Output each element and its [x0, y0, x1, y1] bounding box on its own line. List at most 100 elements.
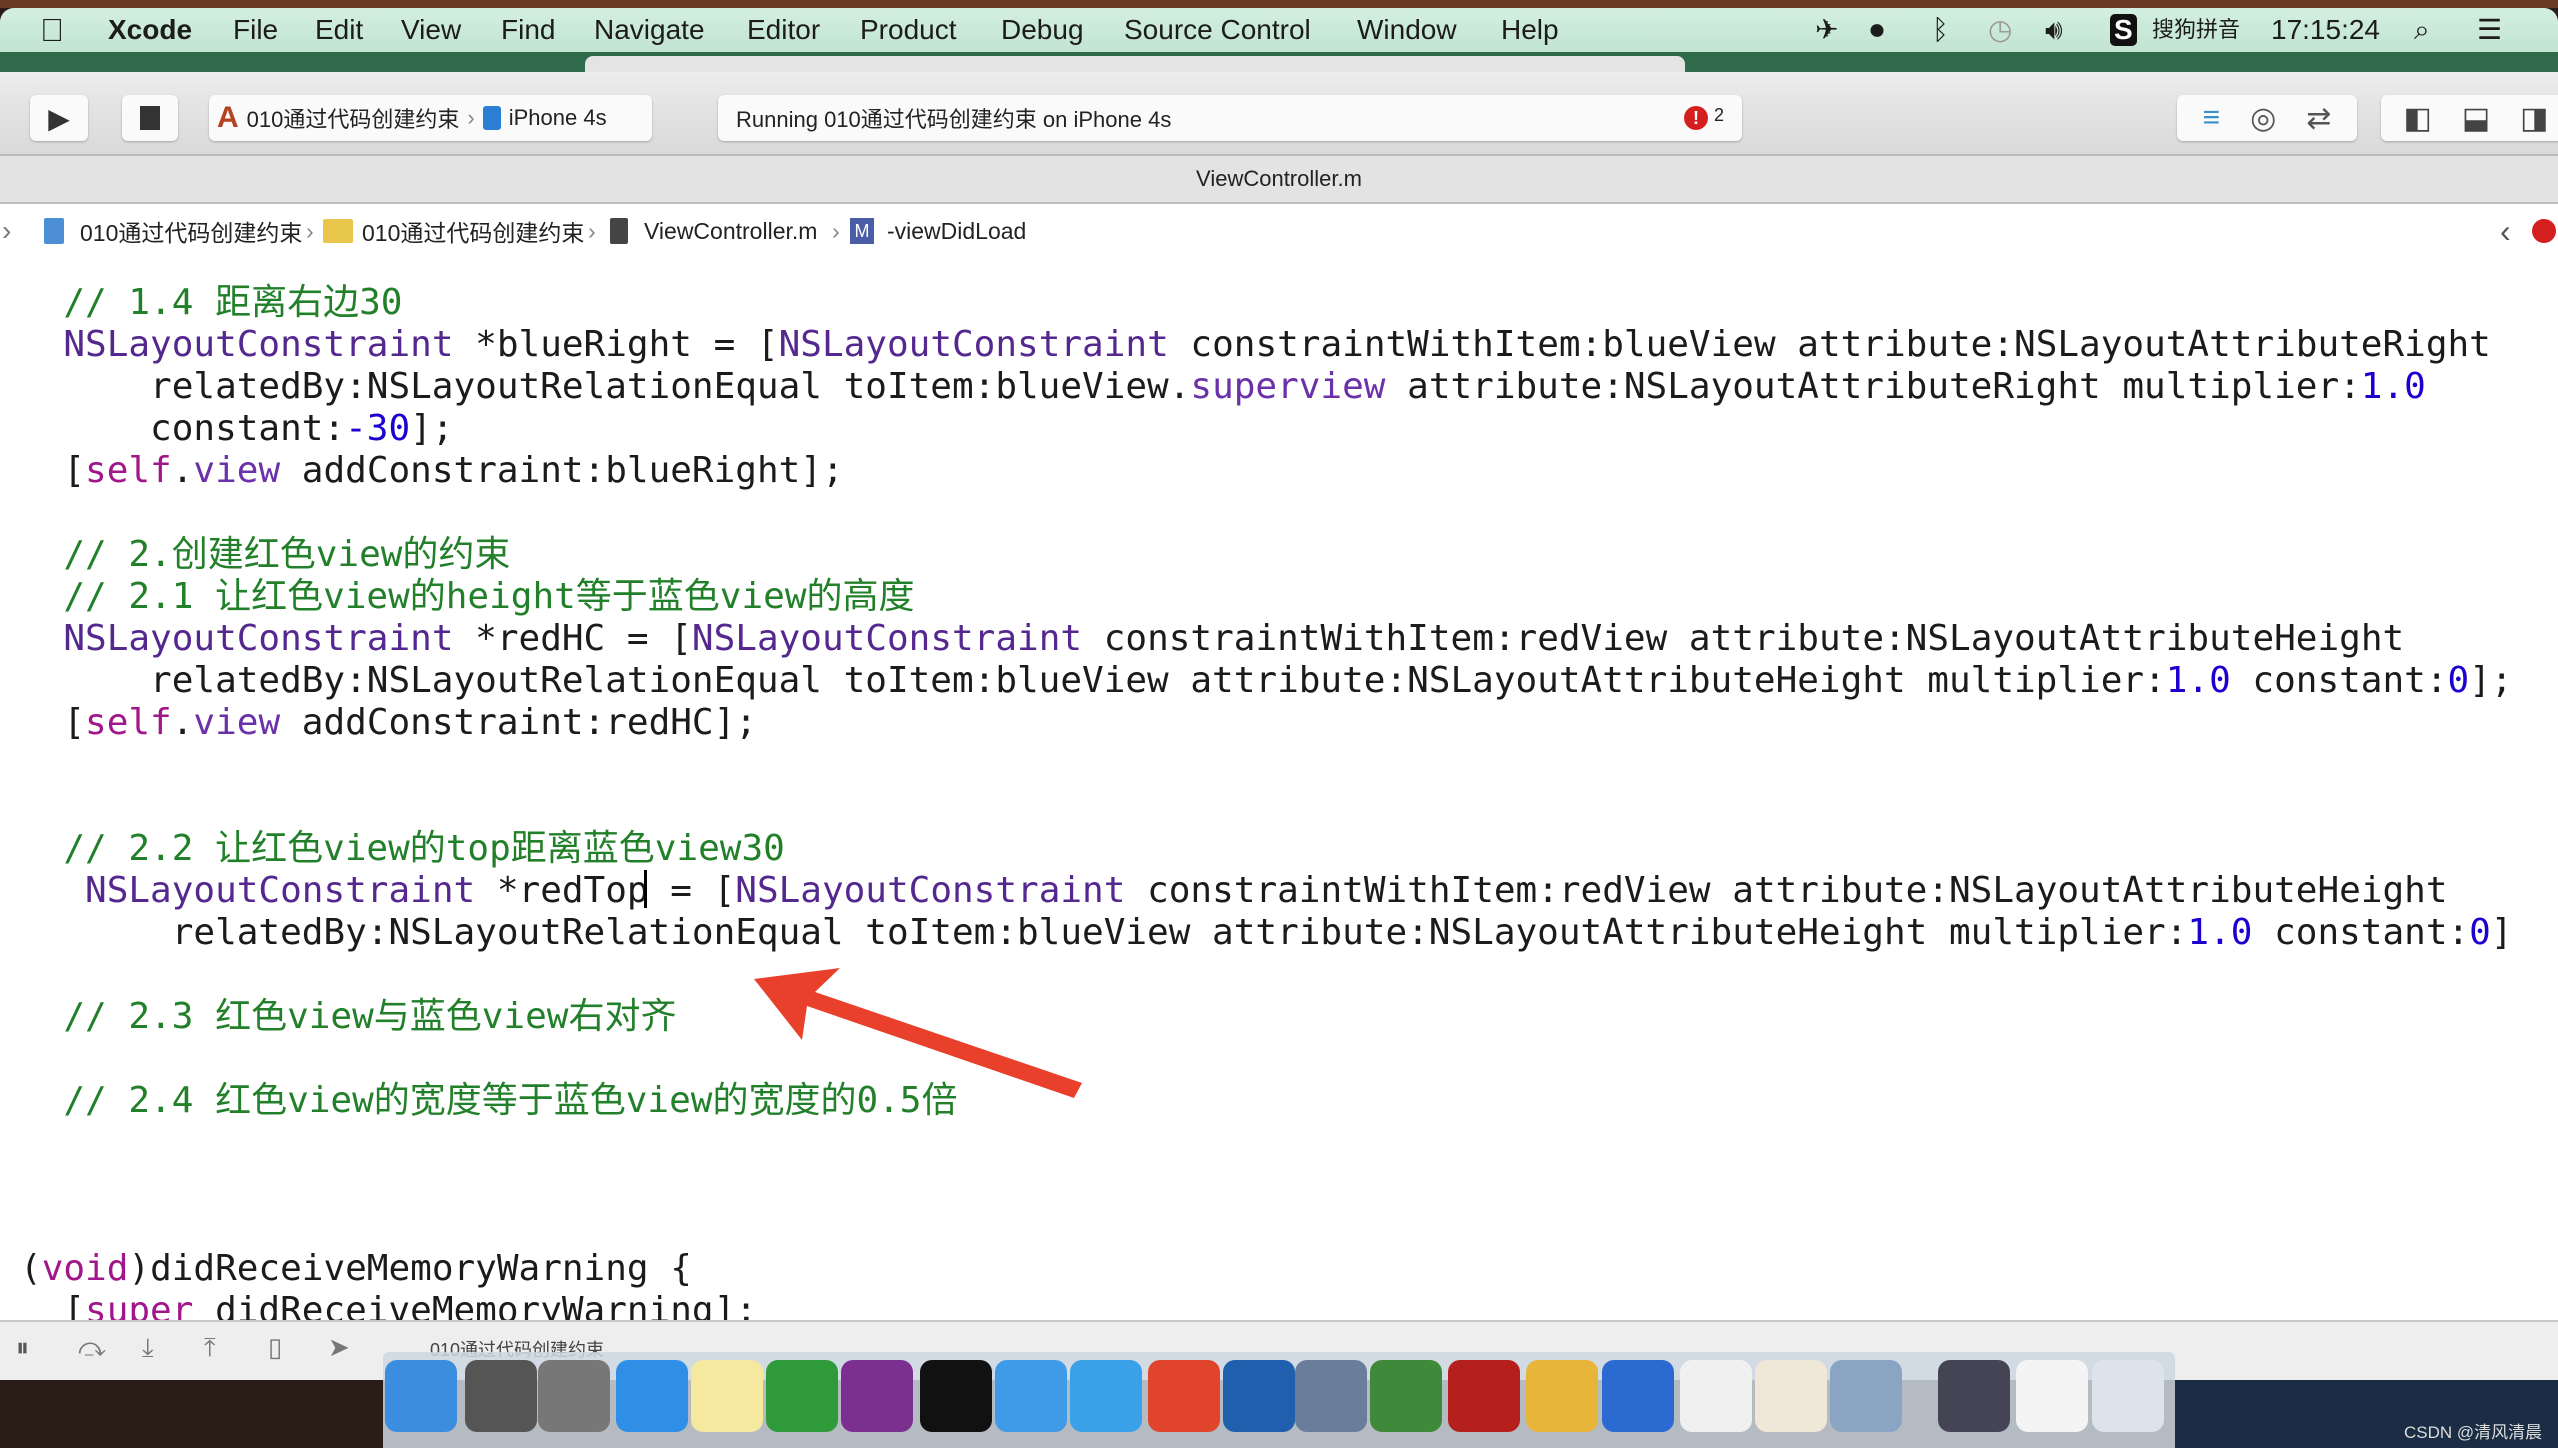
error-count[interactable]: 2: [1714, 105, 1724, 126]
system-preferences-icon[interactable]: [464, 1360, 537, 1432]
step-into-icon[interactable]: ⤓: [142, 1332, 154, 1364]
sketch-icon[interactable]: [1526, 1360, 1599, 1432]
code-line[interactable]: [self.view addConstraint:blueRight];: [20, 450, 843, 492]
step-out-icon[interactable]: ⤒: [204, 1332, 216, 1364]
clock[interactable]: 17:15:24: [2271, 12, 2380, 48]
vpn-icon[interactable]: [1369, 1360, 1442, 1432]
separator-icon: ›: [306, 217, 314, 244]
font-icon[interactable]: [1754, 1360, 1827, 1432]
input-method-label[interactable]: 搜狗拼音: [2152, 12, 2240, 48]
code-line[interactable]: constant:-30];: [20, 408, 453, 450]
code-line[interactable]: relatedBy:NSLayoutRelationEqual toItem:b…: [20, 912, 2513, 954]
excel-icon[interactable]: [766, 1360, 839, 1432]
menu-help[interactable]: Help: [1501, 12, 1559, 48]
menu-product[interactable]: Product: [860, 12, 957, 48]
code-editor[interactable]: // 1.4 距离右边30 NSLayoutConstraint *blueRi…: [0, 258, 2558, 1322]
dock: [383, 1352, 2175, 1448]
code-line[interactable]: // 2.创建红色view的约束: [20, 534, 510, 576]
tab-bar: ViewController.m: [0, 156, 2558, 204]
time-machine-icon[interactable]: ◷: [1988, 12, 2012, 48]
stop-button[interactable]: [122, 95, 178, 141]
volume-icon[interactable]: 🔊︎: [2045, 12, 2063, 48]
debug-area-toggle-icon[interactable]: ⬓: [2462, 101, 2490, 136]
version-editor-icon[interactable]: ⇄: [2306, 101, 2331, 136]
menu-window[interactable]: Window: [1357, 12, 1457, 48]
finder-icon[interactable]: [384, 1360, 457, 1432]
menu-find[interactable]: Find: [501, 12, 555, 48]
menu-xcode[interactable]: Xcode: [108, 12, 192, 48]
step-over-icon[interactable]: ⤼: [78, 1332, 106, 1364]
method-icon: M: [850, 218, 874, 244]
code-line[interactable]: relatedBy:NSLayoutRelationEqual toItem:b…: [20, 366, 2426, 408]
menu-bar:  Xcode File Edit View Find Navigate Edi…: [0, 8, 2558, 52]
window-edge: [0, 52, 2558, 74]
code-line[interactable]: relatedBy:NSLayoutRelationEqual toItem:b…: [20, 660, 2513, 702]
breadcrumb-group[interactable]: 010通过代码创建约束: [362, 214, 584, 248]
breadcrumb-file[interactable]: ViewController.m: [644, 218, 817, 245]
code-line[interactable]: // 2.2 让红色view的top距离蓝色view30: [20, 828, 784, 870]
instruments-icon[interactable]: [1223, 1360, 1296, 1432]
screen-icon[interactable]: [1937, 1360, 2010, 1432]
spotlight-search-icon[interactable]: ⌕: [2414, 12, 2430, 48]
document-icon[interactable]: [2015, 1360, 2088, 1432]
project-icon: [44, 218, 64, 244]
view-hierarchy-icon[interactable]: ▯: [268, 1332, 282, 1363]
location-icon[interactable]: ➤: [328, 1332, 350, 1363]
code-line[interactable]: [self.view addConstraint:redHC];: [20, 702, 757, 744]
notes-icon[interactable]: [691, 1360, 764, 1432]
code-line[interactable]: // 2.3 红色view与蓝色view右对齐: [20, 996, 676, 1038]
menu-edit[interactable]: Edit: [315, 12, 363, 48]
chevron-right-icon: ›: [467, 105, 475, 130]
chevron-right-icon[interactable]: ›: [2, 215, 11, 247]
terminal-icon[interactable]: [919, 1360, 992, 1432]
sogou-icon[interactable]: S: [2110, 14, 2137, 46]
scheme-selector[interactable]: A 010通过代码创建约束 › iPhone 4s: [209, 95, 652, 141]
powerpoint-icon[interactable]: [1148, 1360, 1221, 1432]
screen-record-icon[interactable]: ⏺: [1870, 12, 1884, 48]
menu-debug[interactable]: Debug: [1001, 12, 1084, 48]
text-editor-icon[interactable]: [1679, 1360, 1752, 1432]
code-line[interactable]: NSLayoutConstraint *redTop = [NSLayoutCo…: [20, 870, 2447, 912]
pause-icon[interactable]: ⏸: [16, 1332, 29, 1364]
onenote-icon[interactable]: [841, 1360, 914, 1432]
launchpad-icon[interactable]: [538, 1360, 611, 1432]
navigator-toggle-icon[interactable]: ◧: [2403, 101, 2431, 136]
preview-icon[interactable]: [1829, 1360, 1902, 1432]
code-line[interactable]: (void)didReceiveMemoryWarning {: [20, 1248, 692, 1290]
xcode-icon[interactable]: [994, 1360, 1067, 1432]
code-line[interactable]: // 2.1 让红色view的height等于蓝色view的高度: [20, 576, 914, 618]
standard-editor-icon[interactable]: ≡: [2203, 101, 2221, 135]
filezilla-icon[interactable]: [1448, 1360, 1521, 1432]
trash-icon[interactable]: [2092, 1360, 2165, 1432]
code-line[interactable]: // 2.4 红色view的宽度等于蓝色view的宽度的0.5倍: [20, 1080, 957, 1122]
menu-source-control[interactable]: Source Control: [1124, 12, 1311, 48]
notification-center-icon[interactable]: ☰: [2477, 12, 2502, 48]
menu-navigate[interactable]: Navigate: [594, 12, 705, 48]
safari-icon[interactable]: [616, 1360, 689, 1432]
error-indicator-icon[interactable]: [2532, 219, 2556, 243]
photo-app-icon[interactable]: [1294, 1360, 1367, 1432]
code-line[interactable]: // 1.4 距离右边30: [20, 282, 402, 324]
menu-file[interactable]: File: [233, 12, 278, 48]
bluetooth-icon[interactable]: ᛒ: [1932, 12, 1949, 48]
breadcrumb-project[interactable]: 010通过代码创建约束: [80, 214, 302, 248]
folder-icon: [323, 219, 353, 243]
apple-icon[interactable]: : [40, 12, 64, 48]
assistant-editor-icon[interactable]: ◎: [2250, 101, 2276, 136]
breadcrumb-method[interactable]: -viewDidLoad: [887, 218, 1026, 245]
menu-editor[interactable]: Editor: [747, 12, 820, 48]
breadcrumb: › 010通过代码创建约束 › 010通过代码创建约束 › ViewContro…: [0, 204, 2558, 258]
back-chevron-icon[interactable]: ‹: [2500, 213, 2511, 250]
error-icon[interactable]: !: [1684, 106, 1708, 130]
menu-view[interactable]: View: [401, 12, 461, 48]
word-icon[interactable]: [1601, 1360, 1674, 1432]
separator-icon: ›: [588, 217, 596, 244]
run-button[interactable]: ▶: [30, 95, 88, 141]
code-line[interactable]: NSLayoutConstraint *redHC = [NSLayoutCon…: [20, 618, 2404, 660]
code-line[interactable]: [super didReceiveMemoryWarning];: [20, 1290, 757, 1322]
tab-viewcontroller-m[interactable]: ViewController.m: [1196, 166, 1362, 192]
airplane-icon[interactable]: ✈: [1815, 12, 1838, 48]
folder-icon[interactable]: [1069, 1360, 1142, 1432]
utilities-toggle-icon[interactable]: ◨: [2520, 101, 2548, 136]
code-line[interactable]: NSLayoutConstraint *blueRight = [NSLayou…: [20, 324, 2491, 366]
